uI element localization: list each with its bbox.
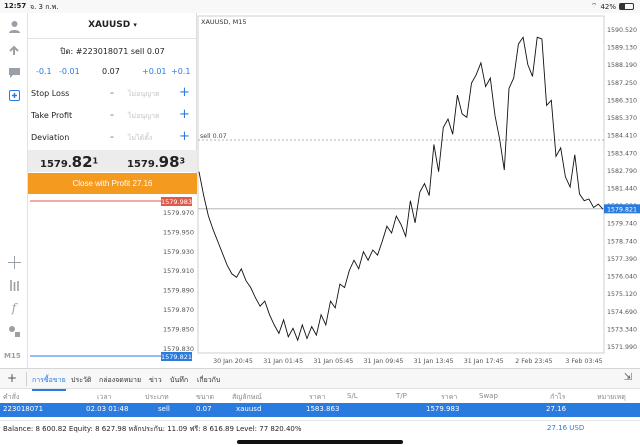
x-tick-label: 3 Feb 03:45 <box>565 358 602 365</box>
tab-journal[interactable]: บันทึก <box>170 375 188 386</box>
y-tick-label: 1586.310 <box>607 97 637 104</box>
x-tick-label: 31 Jan 01:45 <box>263 358 303 365</box>
function-icon[interactable]: f <box>5 299 23 317</box>
trade-icon[interactable] <box>5 40 23 58</box>
panel-y-tick: 1579.950 <box>163 228 194 236</box>
panel-y-tick: 1579.930 <box>163 248 194 256</box>
cell-profit: 27.16 <box>546 405 567 413</box>
y-tick-label: 1583.470 <box>607 150 637 157</box>
y-tick-label: 1579.740 <box>607 221 637 228</box>
tool-rail: f M15 <box>0 13 28 368</box>
status-time: 12:57 <box>4 2 27 10</box>
x-tick-label: 31 Jan 05:45 <box>313 358 353 365</box>
panel-y-tick: 1579.890 <box>163 287 194 295</box>
y-tick-label: 1581.440 <box>607 186 637 193</box>
account-summary: Balance: 8 600.82 Equity: 8 627.98 หลักป… <box>0 420 640 434</box>
status-date: จ. 3 ก.พ. <box>30 3 59 11</box>
tab-divider <box>26 372 27 386</box>
x-tick-label: 30 Jan 20:45 <box>213 358 253 365</box>
add-icon[interactable]: + <box>7 371 17 385</box>
cell-price: 1583.863 <box>306 405 340 413</box>
crosshair-icon[interactable] <box>5 253 23 271</box>
tab-news[interactable]: ข่าว <box>149 375 162 386</box>
col-order: คำสั่ง <box>3 393 20 401</box>
y-tick-label: 1573.340 <box>607 326 637 333</box>
status-right: ⌔ 42% <box>591 2 634 11</box>
battery-percent: 42% <box>600 2 616 11</box>
status-bar: 12:57 จ. 3 ก.พ. ⌔ 42% <box>0 0 640 13</box>
table-row[interactable]: 223018071 02.03 01:48 sell 0.07 xauusd 1… <box>0 403 640 417</box>
tab-mailbox[interactable]: กล่องจดหมาย <box>99 375 141 386</box>
total-profit: 27.16 USD <box>547 424 585 432</box>
terminal-tabs: + การซื้อขาย ประวัติ กล่องจดหมาย ข่าว บั… <box>0 369 640 391</box>
x-tick-label: 31 Jan 13:45 <box>414 358 454 365</box>
panel-y-tick: 1579.910 <box>163 267 194 275</box>
col-sl: S/L <box>347 392 358 400</box>
y-tick-label: 1576.040 <box>607 274 637 281</box>
panel-y-tick: 1579.870 <box>163 306 194 314</box>
indicator-icon[interactable] <box>5 276 23 294</box>
chat-icon[interactable] <box>5 63 23 81</box>
chart-title: XAUUSD, M15 <box>201 18 247 26</box>
x-tick-label: 31 Jan 09:45 <box>363 358 403 365</box>
y-tick-label: 1578.740 <box>607 238 637 245</box>
x-tick-label: 2 Feb 23:45 <box>515 358 552 365</box>
col-symbol: สัญลักษณ์ <box>232 393 262 401</box>
x-tick-label: 31 Jan 17:45 <box>464 358 504 365</box>
y-tick-label: 1587.250 <box>607 80 637 87</box>
y-tick-label: 1590.520 <box>607 27 637 34</box>
cell-volume: 0.07 <box>196 405 212 413</box>
y-tick-label: 1577.390 <box>607 256 637 263</box>
col-price: ราคา <box>309 393 326 401</box>
new-order-icon[interactable] <box>5 86 23 104</box>
col-type: ประเภท <box>145 393 169 401</box>
cell-current-price: 1579.983 <box>426 405 460 413</box>
panel-y-tick: 1579.830 <box>163 345 194 353</box>
panel-y-tick: 1579.970 <box>163 209 194 217</box>
y-tick-label: 1571.990 <box>607 344 637 351</box>
tab-history[interactable]: ประวัติ <box>71 375 91 386</box>
order-line-label: sell 0.07 <box>200 133 227 140</box>
y-tick-label: 1585.370 <box>607 115 637 122</box>
cell-order: 223018071 <box>3 405 44 413</box>
y-tick-label: 1575.120 <box>607 291 637 298</box>
user-icon[interactable] <box>5 17 23 35</box>
current-price-tag: 1579.821 <box>607 206 637 213</box>
positions-header: คำสั่ง เวลา ประเภท ขนาด สัญลักษณ์ ราคา S… <box>0 390 640 403</box>
collapse-icon[interactable]: ⇲ <box>624 372 632 383</box>
bid-price-tag: 1579.821 <box>161 353 192 361</box>
balance-line: Balance: 8 600.82 Equity: 8 627.98 หลักป… <box>3 425 302 433</box>
col-profit: กำไร <box>550 393 566 401</box>
y-tick-label: 1582.790 <box>607 168 637 175</box>
y-tick-label: 1584.410 <box>607 133 637 140</box>
price-chart[interactable]: 1579.983 1579.970 1579.950 1579.930 1579.910… <box>28 13 640 368</box>
y-tick-label: 1589.130 <box>607 45 637 52</box>
wifi-icon: ⌔ <box>590 2 598 10</box>
y-tick-label: 1574.690 <box>607 309 637 316</box>
col-current-price: ราคา <box>441 393 458 401</box>
col-comment: หมายเหตุ <box>597 393 626 401</box>
timeframe-label[interactable]: M15 <box>4 352 21 360</box>
price-series-line <box>198 36 604 342</box>
cell-time: 02.03 01:48 <box>86 405 129 413</box>
objects-icon[interactable] <box>5 322 23 340</box>
battery-icon <box>619 3 634 10</box>
chart-frame <box>197 15 605 354</box>
panel-y-tick: 1579.850 <box>163 325 194 333</box>
col-time: เวลา <box>97 393 112 401</box>
ask-price-tag: 1579.983 <box>161 198 192 206</box>
tab-trade[interactable]: การซื้อขาย <box>32 375 66 391</box>
col-volume: ขนาด <box>196 393 215 401</box>
cell-type: sell <box>158 405 170 413</box>
y-tick-label: 1588.190 <box>607 62 637 69</box>
col-swap: Swap <box>479 392 498 400</box>
tab-about[interactable]: เกี่ยวกับ <box>197 375 220 386</box>
col-tp: T/P <box>396 392 407 400</box>
cell-symbol: xauusd <box>236 405 262 413</box>
home-indicator <box>237 440 403 444</box>
